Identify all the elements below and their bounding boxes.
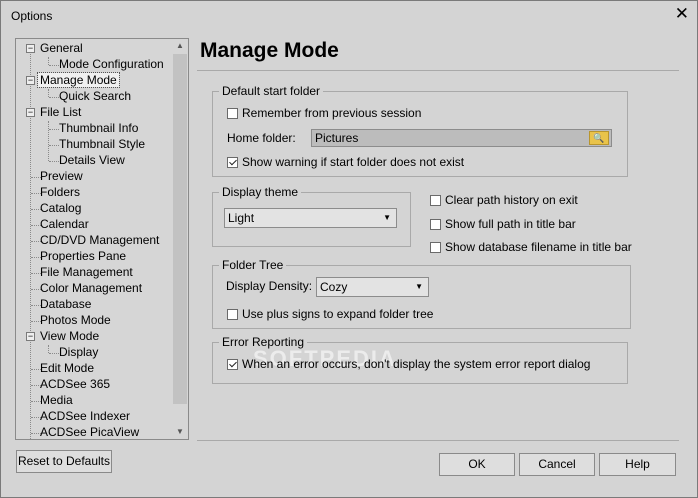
options-tree[interactable]: − − − − General Mode Configuration Manag… [15, 38, 189, 440]
cancel-button[interactable]: Cancel [519, 453, 595, 476]
home-folder-label: Home folder: [227, 131, 296, 145]
scroll-up-icon[interactable]: ▲ [172, 39, 188, 53]
tree-item-manage-mode[interactable]: Manage Mode [37, 72, 120, 88]
tree-item-database[interactable]: Database [40, 296, 91, 312]
error-report-checkbox[interactable]: When an error occurs, don't display the … [227, 356, 590, 372]
tree-item-display[interactable]: Display [59, 344, 98, 360]
tree-item-cd-dvd-management[interactable]: CD/DVD Management [40, 232, 159, 248]
tree-item-file-management[interactable]: File Management [40, 264, 133, 280]
display-density-select[interactable]: Cozy ▼ [316, 277, 429, 297]
display-theme-select[interactable]: Light ▼ [224, 208, 397, 228]
page-title: Manage Mode [200, 39, 339, 62]
tree-item-preview[interactable]: Preview [40, 168, 83, 184]
tree-item-details-view[interactable]: Details View [59, 152, 125, 168]
tree-item-acdsee-picaview[interactable]: ACDSee PicaView [40, 424, 139, 439]
collapse-icon[interactable]: − [26, 108, 35, 117]
help-button[interactable]: Help [599, 453, 676, 476]
bottom-divider [197, 440, 679, 441]
home-folder-field[interactable]: Pictures 🔍 [311, 129, 612, 147]
chevron-down-icon: ▼ [383, 213, 391, 222]
tree-item-acdsee-365[interactable]: ACDSee 365 [40, 376, 110, 392]
tree-item-thumbnail-info[interactable]: Thumbnail Info [59, 120, 138, 136]
collapse-icon[interactable]: − [26, 332, 35, 341]
clear-history-checkbox[interactable]: Clear path history on exit [430, 192, 578, 208]
close-icon[interactable]: ✕ [675, 4, 689, 24]
tree-item-mode-configuration[interactable]: Mode Configuration [59, 56, 164, 72]
title-bar: Options ✕ [1, 1, 697, 29]
options-window: Options ✕ − − − − General Mode Configura… [0, 0, 698, 498]
plus-signs-checkbox[interactable]: Use plus signs to expand folder tree [227, 306, 433, 322]
reset-to-defaults-button[interactable]: Reset to Defaults [16, 450, 112, 473]
ok-button[interactable]: OK [439, 453, 515, 476]
collapse-icon[interactable]: − [26, 44, 35, 53]
chevron-down-icon: ▼ [415, 282, 423, 291]
browse-folder-icon[interactable]: 🔍 [589, 131, 609, 145]
tree-item-folders[interactable]: Folders [40, 184, 80, 200]
remember-checkbox[interactable]: Remember from previous session [227, 105, 421, 121]
tree-item-color-management[interactable]: Color Management [40, 280, 142, 296]
full-path-checkbox[interactable]: Show full path in title bar [430, 216, 576, 232]
tree-item-properties-pane[interactable]: Properties Pane [40, 248, 126, 264]
tree-item-thumbnail-style[interactable]: Thumbnail Style [59, 136, 145, 152]
show-warning-checkbox[interactable]: Show warning if start folder does not ex… [227, 154, 464, 170]
tree-item-general[interactable]: General [40, 40, 83, 56]
display-density-label: Display Density: [226, 279, 313, 293]
tree-item-file-list[interactable]: File List [40, 104, 81, 120]
title-divider [197, 70, 679, 71]
tree-item-view-mode[interactable]: View Mode [40, 328, 99, 344]
tree-scrollbar[interactable]: ▲ ▼ [172, 39, 188, 439]
tree-item-catalog[interactable]: Catalog [40, 200, 81, 216]
tree-item-edit-mode[interactable]: Edit Mode [40, 360, 94, 376]
folder-tree-label: Folder Tree [219, 258, 287, 272]
default-start-folder-label: Default start folder [219, 84, 324, 98]
tree-item-photos-mode[interactable]: Photos Mode [40, 312, 111, 328]
tree-item-acdsee-indexer[interactable]: ACDSee Indexer [40, 408, 130, 424]
tree-item-media[interactable]: Media [40, 392, 73, 408]
window-title: Options [11, 9, 53, 23]
tree-item-quick-search[interactable]: Quick Search [59, 88, 131, 104]
display-theme-label: Display theme [219, 185, 302, 199]
scroll-down-icon[interactable]: ▼ [172, 425, 188, 439]
tree-item-calendar[interactable]: Calendar [40, 216, 89, 232]
db-filename-checkbox[interactable]: Show database filename in title bar [430, 239, 632, 255]
scroll-thumb[interactable] [173, 54, 187, 404]
collapse-icon[interactable]: − [26, 76, 35, 85]
